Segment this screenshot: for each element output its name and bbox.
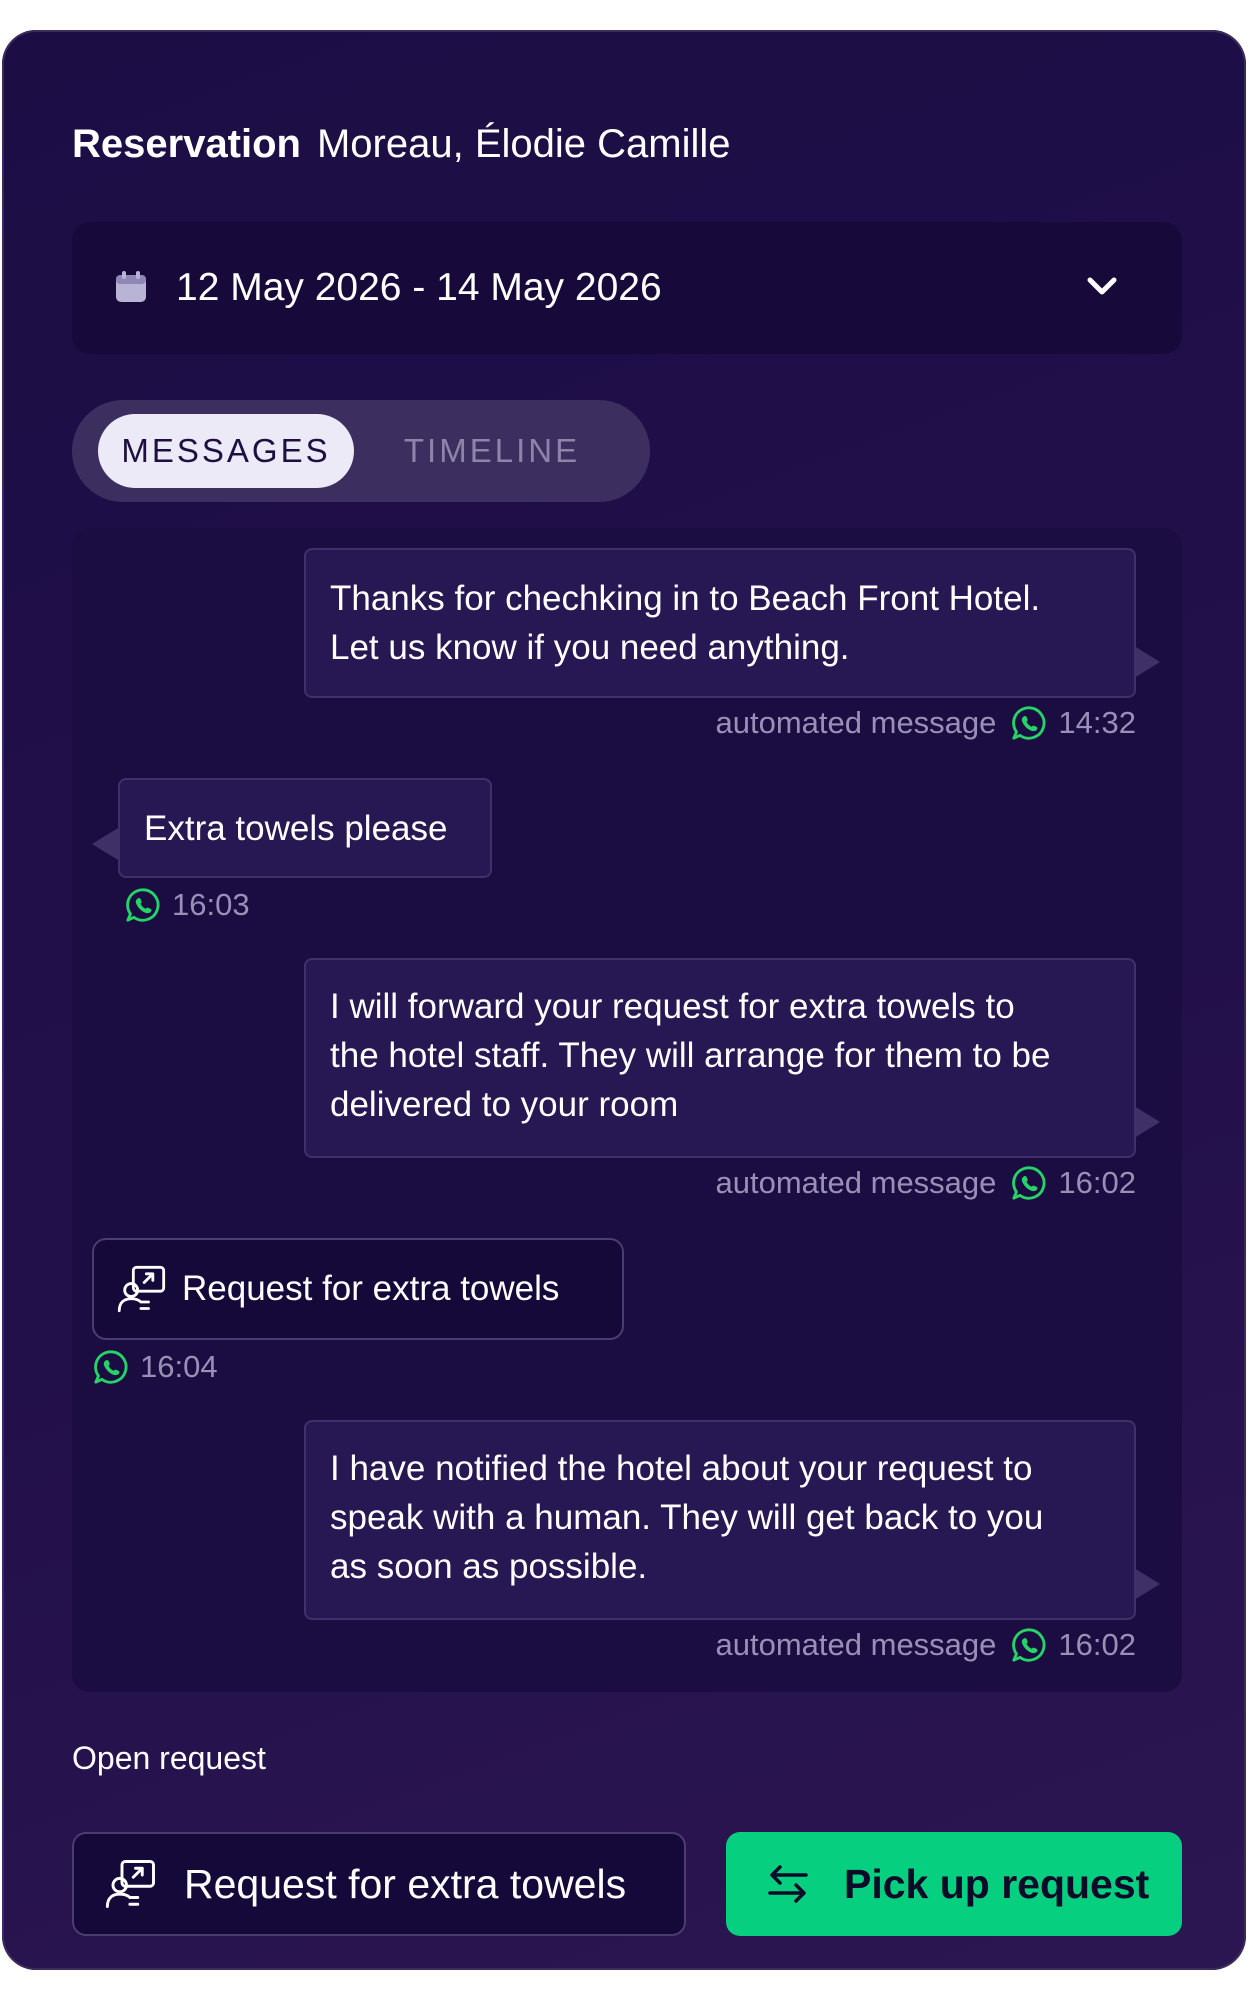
page-title: Reservation Moreau, Élodie Camille xyxy=(72,122,731,167)
automated-message-label: automated message xyxy=(715,1627,997,1662)
outgoing-message: I have notified the hotel about your req… xyxy=(304,1420,1136,1620)
whatsapp-icon xyxy=(124,886,162,924)
open-request-heading: Open request xyxy=(72,1740,266,1776)
incoming-message: Extra towels please xyxy=(118,778,492,878)
message-time: 16:02 xyxy=(1058,1165,1136,1200)
message-line: I will forward your request for extra to… xyxy=(330,987,1015,1026)
message-meta: automated message 16:02 xyxy=(716,1164,1136,1202)
bubble-tail xyxy=(1134,1568,1160,1600)
message-meta: 16:04 xyxy=(92,1348,218,1386)
message-line: the hotel staff. They will arrange for t… xyxy=(330,1036,1051,1075)
view-tabs: MESSAGES TIMELINE xyxy=(72,400,650,502)
message-line: Extra towels please xyxy=(144,809,448,848)
message-line: delivered to your room xyxy=(330,1085,679,1124)
message-line: I have notified the hotel about your req… xyxy=(330,1449,1033,1488)
whatsapp-icon xyxy=(92,1348,130,1386)
pick-up-request-button[interactable]: Pick up request xyxy=(726,1832,1182,1936)
whatsapp-icon xyxy=(1010,1626,1048,1664)
date-range-value: 12 May 2026 - 14 May 2026 xyxy=(176,266,662,309)
message-time: 16:04 xyxy=(140,1349,218,1384)
outgoing-message: Thanks for chechking in to Beach Front H… xyxy=(304,548,1136,698)
swap-arrows-icon xyxy=(768,1865,808,1903)
request-icon xyxy=(104,1857,158,1911)
automated-message-label: automated message xyxy=(715,1165,997,1200)
message-line: as soon as possible. xyxy=(330,1547,648,1586)
bubble-tail xyxy=(92,828,118,860)
bubble-tail xyxy=(1134,1106,1160,1138)
pick-up-request-label: Pick up request xyxy=(844,1860,1150,1907)
messages-thread: Thanks for chechking in to Beach Front H… xyxy=(72,528,1182,1692)
bubble-tail xyxy=(1134,646,1160,678)
message-line: speak with a human. They will get back t… xyxy=(330,1498,1044,1537)
request-chip[interactable]: Request for extra towels xyxy=(92,1238,624,1340)
message-meta: automated message 16:02 xyxy=(716,1626,1136,1664)
message-line: Let us know if you need anything. xyxy=(330,628,850,667)
tab-messages[interactable]: MESSAGES xyxy=(98,414,354,488)
reservation-label: Reservation xyxy=(72,122,301,166)
message-time: 14:32 xyxy=(1058,705,1136,740)
chevron-down-icon[interactable] xyxy=(1082,266,1122,306)
message-line: Thanks for chechking in to Beach Front H… xyxy=(330,579,1041,618)
message-time: 16:02 xyxy=(1058,1627,1136,1662)
reservation-panel: Reservation Moreau, Élodie Camille 12 May… xyxy=(2,30,1246,1970)
guest-name: Moreau, Élodie Camille xyxy=(316,122,731,166)
request-chip-label: Request for extra towels xyxy=(182,1269,560,1308)
open-request-chip[interactable]: Request for extra towels xyxy=(72,1832,686,1936)
outgoing-message: I will forward your request for extra to… xyxy=(304,958,1136,1158)
message-meta: 16:03 xyxy=(124,886,250,924)
calendar-icon xyxy=(116,271,146,302)
whatsapp-icon xyxy=(1010,1164,1048,1202)
automated-message-label: automated message xyxy=(715,705,997,740)
tab-timeline[interactable]: TIMELINE xyxy=(372,414,612,488)
open-request-label: Request for extra towels xyxy=(184,1860,627,1907)
date-range-dropdown[interactable]: 12 May 2026 - 14 May 2026 xyxy=(72,222,1182,354)
whatsapp-icon xyxy=(1010,704,1048,742)
message-meta: automated message 14:32 xyxy=(716,704,1136,742)
message-time: 16:03 xyxy=(172,887,250,922)
request-icon xyxy=(116,1263,168,1315)
